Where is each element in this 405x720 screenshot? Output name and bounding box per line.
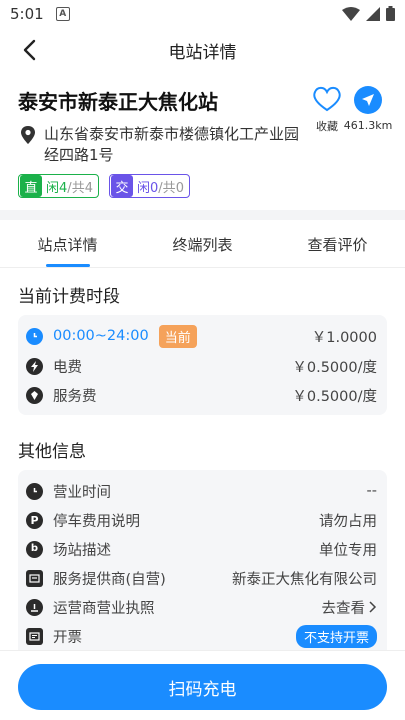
other-info-section-title: 其他信息 xyxy=(18,442,86,462)
invoice-status-badge: 不支持开票 xyxy=(295,624,377,648)
notification-icon: A xyxy=(55,7,70,21)
location-pin-icon xyxy=(21,126,35,144)
business-hours-label: 营业时间 xyxy=(53,484,111,501)
billing-period-row: 00:00~24:00 当前 ￥1.0000 xyxy=(26,324,377,348)
invoice-row: 开票 不支持开票 xyxy=(26,624,377,648)
service-fee-value: ￥0.5000/度 xyxy=(292,388,377,405)
signal-icon xyxy=(366,6,380,21)
parking-fee-value: 请勿占用 xyxy=(319,513,377,530)
business-license-label: 运营商营业执照 xyxy=(53,600,155,617)
distance-label: 461.3km xyxy=(343,119,393,132)
address-text: 山东省泰安市新泰市楼德镇化工产业园经四路1号 xyxy=(44,125,300,164)
service-provider-label: 服务提供商(自营) xyxy=(53,571,166,588)
navigate-circle xyxy=(354,86,382,114)
back-arrow-icon[interactable] xyxy=(18,38,42,62)
tab-bar: 站点详情 终端列表 查看评价 xyxy=(0,220,405,268)
lightning-icon xyxy=(26,357,43,375)
station-description-row: b 场站描述 单位专用 xyxy=(26,537,377,561)
clock-icon xyxy=(26,482,43,500)
status-time: 5:01 xyxy=(10,5,44,23)
section-divider xyxy=(0,210,405,220)
business-hours-row: 营业时间 -- xyxy=(26,479,377,503)
ac-total-label: 共 xyxy=(162,180,176,196)
other-info-card: 营业时间 -- P 停车费用说明 请勿占用 b 场站描述 单位专用 服务提供商(… xyxy=(18,470,387,660)
service-icon xyxy=(26,386,43,404)
station-address: 山东省泰安市新泰市楼德镇化工产业园经四路1号 xyxy=(20,124,310,166)
electricity-fee-row: 电费 ￥0.5000/度 xyxy=(26,354,377,378)
dc-total-label: 共 xyxy=(71,180,85,196)
dc-connector-tag: 直 闲4/共4 xyxy=(18,174,99,198)
ac-free-label: 闲 xyxy=(136,180,150,196)
billing-section-title: 当前计费时段 xyxy=(18,287,120,307)
parking-fee-label: 停车费用说明 xyxy=(53,513,140,530)
navigation-arrow-icon xyxy=(362,94,374,106)
business-license-row[interactable]: 运营商营业执照 去查看 xyxy=(26,595,377,619)
tab-reviews[interactable]: 查看评价 xyxy=(270,220,405,267)
navigate-button[interactable]: 461.3km xyxy=(343,86,393,132)
station-name: 泰安市新泰正大焦化站 xyxy=(18,90,218,114)
dc-total-count: 4 xyxy=(84,180,93,196)
ac-connector-tag: 交 闲0/共0 xyxy=(108,174,190,198)
connector-tags: 直 闲4/共4 交 闲0/共0 xyxy=(18,174,190,198)
description-icon: b xyxy=(26,540,43,558)
invoice-label: 开票 xyxy=(53,629,82,646)
ac-type-badge: 交 xyxy=(110,175,133,197)
billing-period: 00:00~24:00 xyxy=(53,328,149,344)
nav-bar: 电站详情 xyxy=(0,28,405,72)
service-fee-row: 服务费 ￥0.5000/度 xyxy=(26,383,377,407)
wifi-icon xyxy=(342,6,360,21)
clock-icon xyxy=(26,327,43,345)
page-title: 电站详情 xyxy=(168,42,237,63)
station-description-value: 单位专用 xyxy=(319,542,377,559)
tab-station-details[interactable]: 站点详情 xyxy=(0,220,135,267)
service-fee-label: 服务费 xyxy=(53,388,97,405)
business-license-value: 去查看 xyxy=(321,600,366,617)
favorite-label: 收藏 xyxy=(316,120,338,133)
billing-total-price: ￥1.0000 xyxy=(311,329,377,346)
dc-type-badge: 直 xyxy=(20,175,42,197)
parking-icon: P xyxy=(26,511,43,529)
parking-fee-row: P 停车费用说明 请勿占用 xyxy=(26,508,377,532)
invoice-icon xyxy=(26,627,43,645)
business-hours-value: -- xyxy=(366,483,377,499)
tab-terminal-list[interactable]: 终端列表 xyxy=(135,220,270,267)
service-provider-value: 新泰正大焦化有限公司 xyxy=(232,571,377,588)
ac-total-count: 0 xyxy=(175,180,184,196)
status-bar: 5:01 A xyxy=(0,0,405,28)
station-description-label: 场站描述 xyxy=(53,542,111,559)
license-icon xyxy=(26,598,43,616)
dc-free-label: 闲 xyxy=(46,180,60,196)
provider-icon xyxy=(26,569,43,587)
favorite-button[interactable]: 收藏 xyxy=(309,86,345,134)
battery-icon xyxy=(386,6,395,21)
heart-icon xyxy=(313,86,341,112)
scan-charge-button[interactable]: 扫码充电 xyxy=(18,664,387,710)
chevron-right-icon xyxy=(369,601,377,613)
billing-card: 00:00~24:00 当前 ￥1.0000 电费 ￥0.5000/度 服务费 … xyxy=(18,315,387,415)
electricity-fee-label: 电费 xyxy=(53,359,82,376)
service-provider-row: 服务提供商(自营) 新泰正大焦化有限公司 xyxy=(26,566,377,590)
current-badge: 当前 xyxy=(158,324,197,348)
electricity-fee-value: ￥0.5000/度 xyxy=(292,359,377,376)
